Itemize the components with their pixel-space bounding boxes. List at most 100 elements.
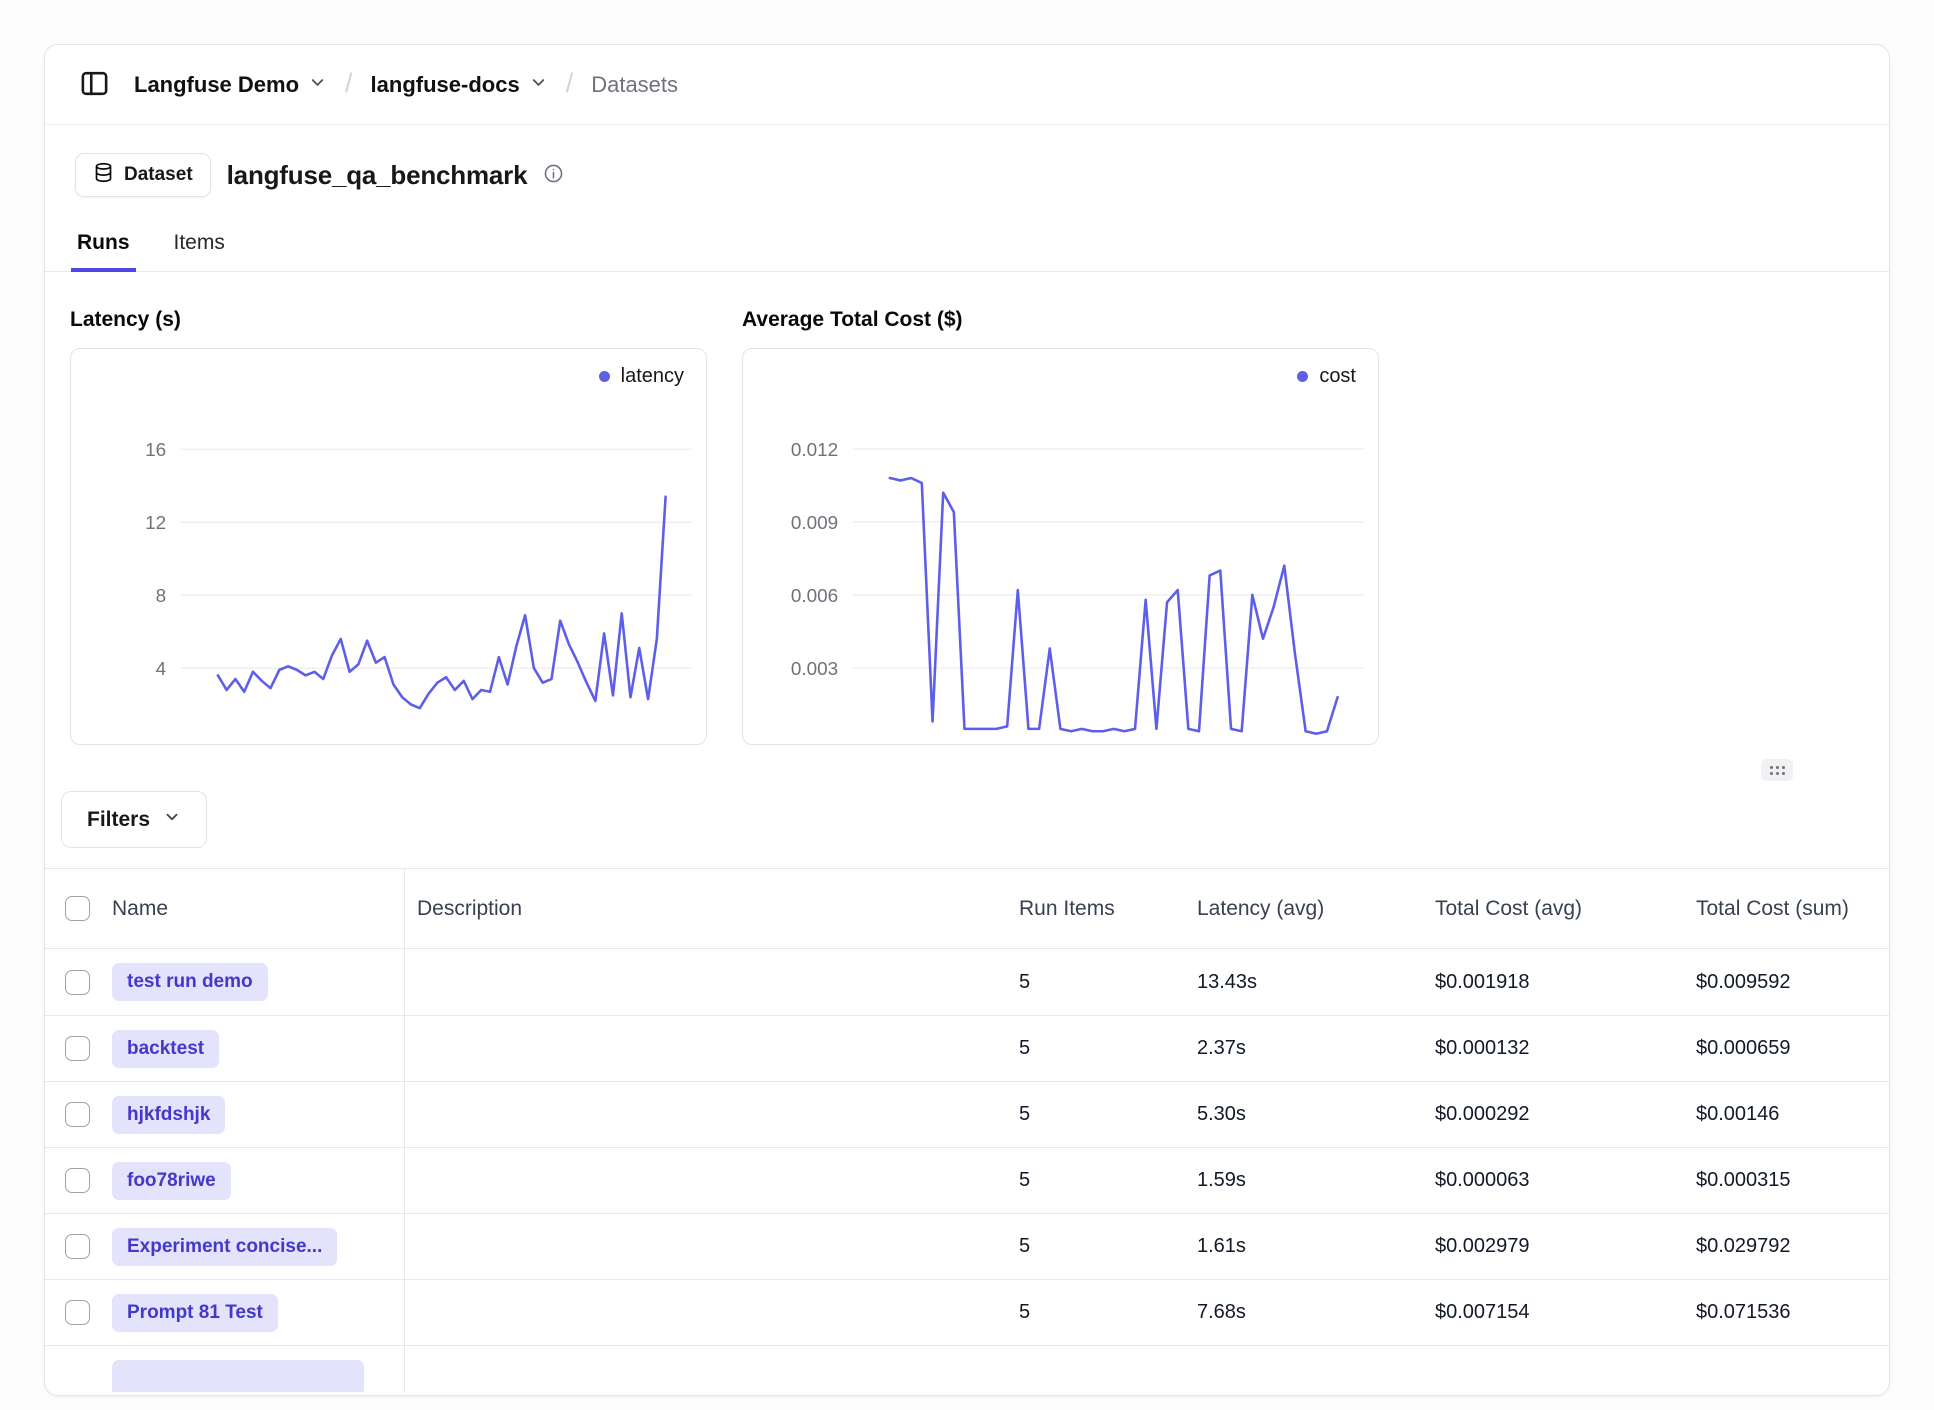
breadcrumb-project-selector[interactable]: langfuse-docs bbox=[371, 72, 548, 98]
table-header-row: Name Description Run Items Latency (avg)… bbox=[45, 869, 1889, 949]
table-body: test run demo513.43s$0.001918$0.009592ba… bbox=[45, 949, 1889, 1345]
latency-avg-value: 1.59s bbox=[1195, 1148, 1433, 1213]
row-checkbox[interactable] bbox=[65, 1102, 90, 1127]
total-cost-sum-value: $0.000659 bbox=[1694, 1016, 1890, 1081]
column-header-run-items[interactable]: Run Items bbox=[1017, 869, 1195, 948]
cost-chart-block: Average Total Cost ($) 0.0030.0060.0090.… bbox=[742, 308, 1379, 745]
column-header-description[interactable]: Description bbox=[405, 869, 1017, 948]
legend-label: latency bbox=[621, 365, 684, 388]
total-cost-avg-value: $0.001918 bbox=[1433, 949, 1694, 1015]
charts-toolbar-row bbox=[45, 759, 1889, 783]
top-bar: Langfuse Demo / langfuse-docs / Datasets bbox=[45, 45, 1889, 125]
chevron-down-icon bbox=[308, 72, 327, 98]
run-description bbox=[405, 1082, 1017, 1147]
filters-button-label: Filters bbox=[87, 808, 150, 832]
run-items-value: 5 bbox=[1017, 1148, 1195, 1213]
legend-dot-icon bbox=[599, 371, 610, 382]
total-cost-avg-value: $0.007154 bbox=[1433, 1280, 1694, 1345]
chevron-down-icon bbox=[529, 72, 548, 98]
svg-text:0.009: 0.009 bbox=[791, 513, 838, 534]
cost-line-chart: 0.0030.0060.0090.012 bbox=[743, 349, 1378, 744]
run-name-pill[interactable]: test run demo bbox=[112, 963, 268, 1001]
filters-button[interactable]: Filters bbox=[61, 791, 207, 848]
org-name: Langfuse Demo bbox=[134, 72, 299, 98]
cost-chart-title: Average Total Cost ($) bbox=[742, 308, 1379, 332]
info-icon bbox=[543, 163, 564, 187]
run-items-value: 5 bbox=[1017, 1082, 1195, 1147]
latency-avg-value: 1.61s bbox=[1195, 1214, 1433, 1279]
column-header-total-cost-sum[interactable]: Total Cost (sum) bbox=[1694, 869, 1890, 948]
dataset-badge-label: Dataset bbox=[124, 164, 193, 186]
row-checkbox[interactable] bbox=[65, 1234, 90, 1259]
breadcrumb-section[interactable]: Datasets bbox=[591, 72, 678, 98]
total-cost-sum-value: $0.00146 bbox=[1694, 1082, 1890, 1147]
run-name-pill[interactable]: foo78riwe bbox=[112, 1162, 231, 1200]
breadcrumb-separator: / bbox=[345, 68, 353, 99]
table-row: foo78riwe 51.59s$0.000063$0.000315 bbox=[45, 1147, 1889, 1213]
tab-runs[interactable]: Runs bbox=[75, 231, 132, 271]
svg-text:0.003: 0.003 bbox=[791, 659, 838, 680]
total-cost-avg-value: $0.000292 bbox=[1433, 1082, 1694, 1147]
legend-label: cost bbox=[1319, 365, 1356, 388]
dataset-badge: Dataset bbox=[75, 153, 211, 197]
total-cost-avg-value: $0.000063 bbox=[1433, 1148, 1694, 1213]
run-description bbox=[405, 1280, 1017, 1345]
svg-text:16: 16 bbox=[145, 440, 166, 461]
run-name-pill[interactable]: backtest bbox=[112, 1030, 219, 1068]
charts-section: Latency (s) 481216 latency Average Total… bbox=[45, 308, 1889, 745]
latency-chart-card: 481216 latency bbox=[70, 348, 707, 745]
page-background: Langfuse Demo / langfuse-docs / Datasets bbox=[0, 0, 1934, 1396]
column-header-latency-avg[interactable]: Latency (avg) bbox=[1195, 869, 1433, 948]
latency-chart-title: Latency (s) bbox=[70, 308, 707, 332]
tab-items[interactable]: Items bbox=[172, 231, 227, 271]
project-name: langfuse-docs bbox=[371, 72, 520, 98]
run-description bbox=[405, 1214, 1017, 1279]
run-description bbox=[405, 949, 1017, 1015]
info-button[interactable] bbox=[543, 163, 564, 187]
row-checkbox[interactable] bbox=[65, 1168, 90, 1193]
main-card: Langfuse Demo / langfuse-docs / Datasets bbox=[44, 44, 1890, 1396]
filters-row: Filters bbox=[45, 791, 1889, 848]
tab-bar: Runs Items bbox=[45, 231, 1889, 272]
row-checkbox[interactable] bbox=[65, 1036, 90, 1061]
run-description bbox=[405, 1016, 1017, 1081]
latency-avg-value: 2.37s bbox=[1195, 1016, 1433, 1081]
run-name-pill[interactable]: Prompt 81 Test bbox=[112, 1294, 278, 1332]
grid-drag-handle-icon[interactable] bbox=[1761, 759, 1793, 781]
column-header-name[interactable]: Name bbox=[101, 869, 405, 948]
latency-line-chart: 481216 bbox=[71, 349, 706, 744]
sidebar-toggle-button[interactable] bbox=[79, 68, 110, 102]
legend-dot-icon bbox=[1297, 371, 1308, 382]
run-items-value: 5 bbox=[1017, 1280, 1195, 1345]
total-cost-sum-value: $0.009592 bbox=[1694, 949, 1890, 1015]
total-cost-sum-value: $0.029792 bbox=[1694, 1214, 1890, 1279]
runs-table: Name Description Run Items Latency (avg)… bbox=[45, 868, 1889, 1392]
run-items-value: 5 bbox=[1017, 1214, 1195, 1279]
run-name-pill[interactable] bbox=[112, 1360, 364, 1392]
total-cost-sum-value: $0.000315 bbox=[1694, 1148, 1890, 1213]
select-all-checkbox[interactable] bbox=[65, 896, 90, 921]
breadcrumb-org-selector[interactable]: Langfuse Demo bbox=[134, 72, 327, 98]
latency-chart-block: Latency (s) 481216 latency bbox=[70, 308, 707, 745]
run-name-pill[interactable]: Experiment concise... bbox=[112, 1228, 337, 1266]
table-row: backtest52.37s$0.000132$0.000659 bbox=[45, 1015, 1889, 1081]
database-icon bbox=[93, 162, 114, 189]
table-row: Prompt 81 Test 57.68s$0.007154$0.071536 bbox=[45, 1279, 1889, 1345]
breadcrumb: Langfuse Demo / langfuse-docs / Datasets bbox=[134, 69, 678, 100]
column-header-total-cost-avg[interactable]: Total Cost (avg) bbox=[1433, 869, 1694, 948]
total-cost-avg-value: $0.002979 bbox=[1433, 1214, 1694, 1279]
breadcrumb-separator: / bbox=[566, 68, 574, 99]
run-name-pill[interactable]: hjkfdshjk bbox=[112, 1096, 225, 1134]
row-checkbox[interactable] bbox=[65, 1300, 90, 1325]
dataset-header: Dataset langfuse_qa_benchmark bbox=[45, 125, 1889, 197]
page-title: langfuse_qa_benchmark bbox=[227, 160, 528, 191]
latency-avg-value: 7.68s bbox=[1195, 1280, 1433, 1345]
cost-chart-legend: cost bbox=[1297, 365, 1356, 388]
latency-avg-value: 5.30s bbox=[1195, 1082, 1433, 1147]
svg-text:12: 12 bbox=[145, 513, 166, 534]
total-cost-sum-value: $0.071536 bbox=[1694, 1280, 1890, 1345]
row-checkbox[interactable] bbox=[65, 970, 90, 995]
latency-chart-legend: latency bbox=[599, 365, 684, 388]
chevron-down-icon bbox=[163, 808, 181, 832]
svg-text:8: 8 bbox=[156, 586, 167, 607]
